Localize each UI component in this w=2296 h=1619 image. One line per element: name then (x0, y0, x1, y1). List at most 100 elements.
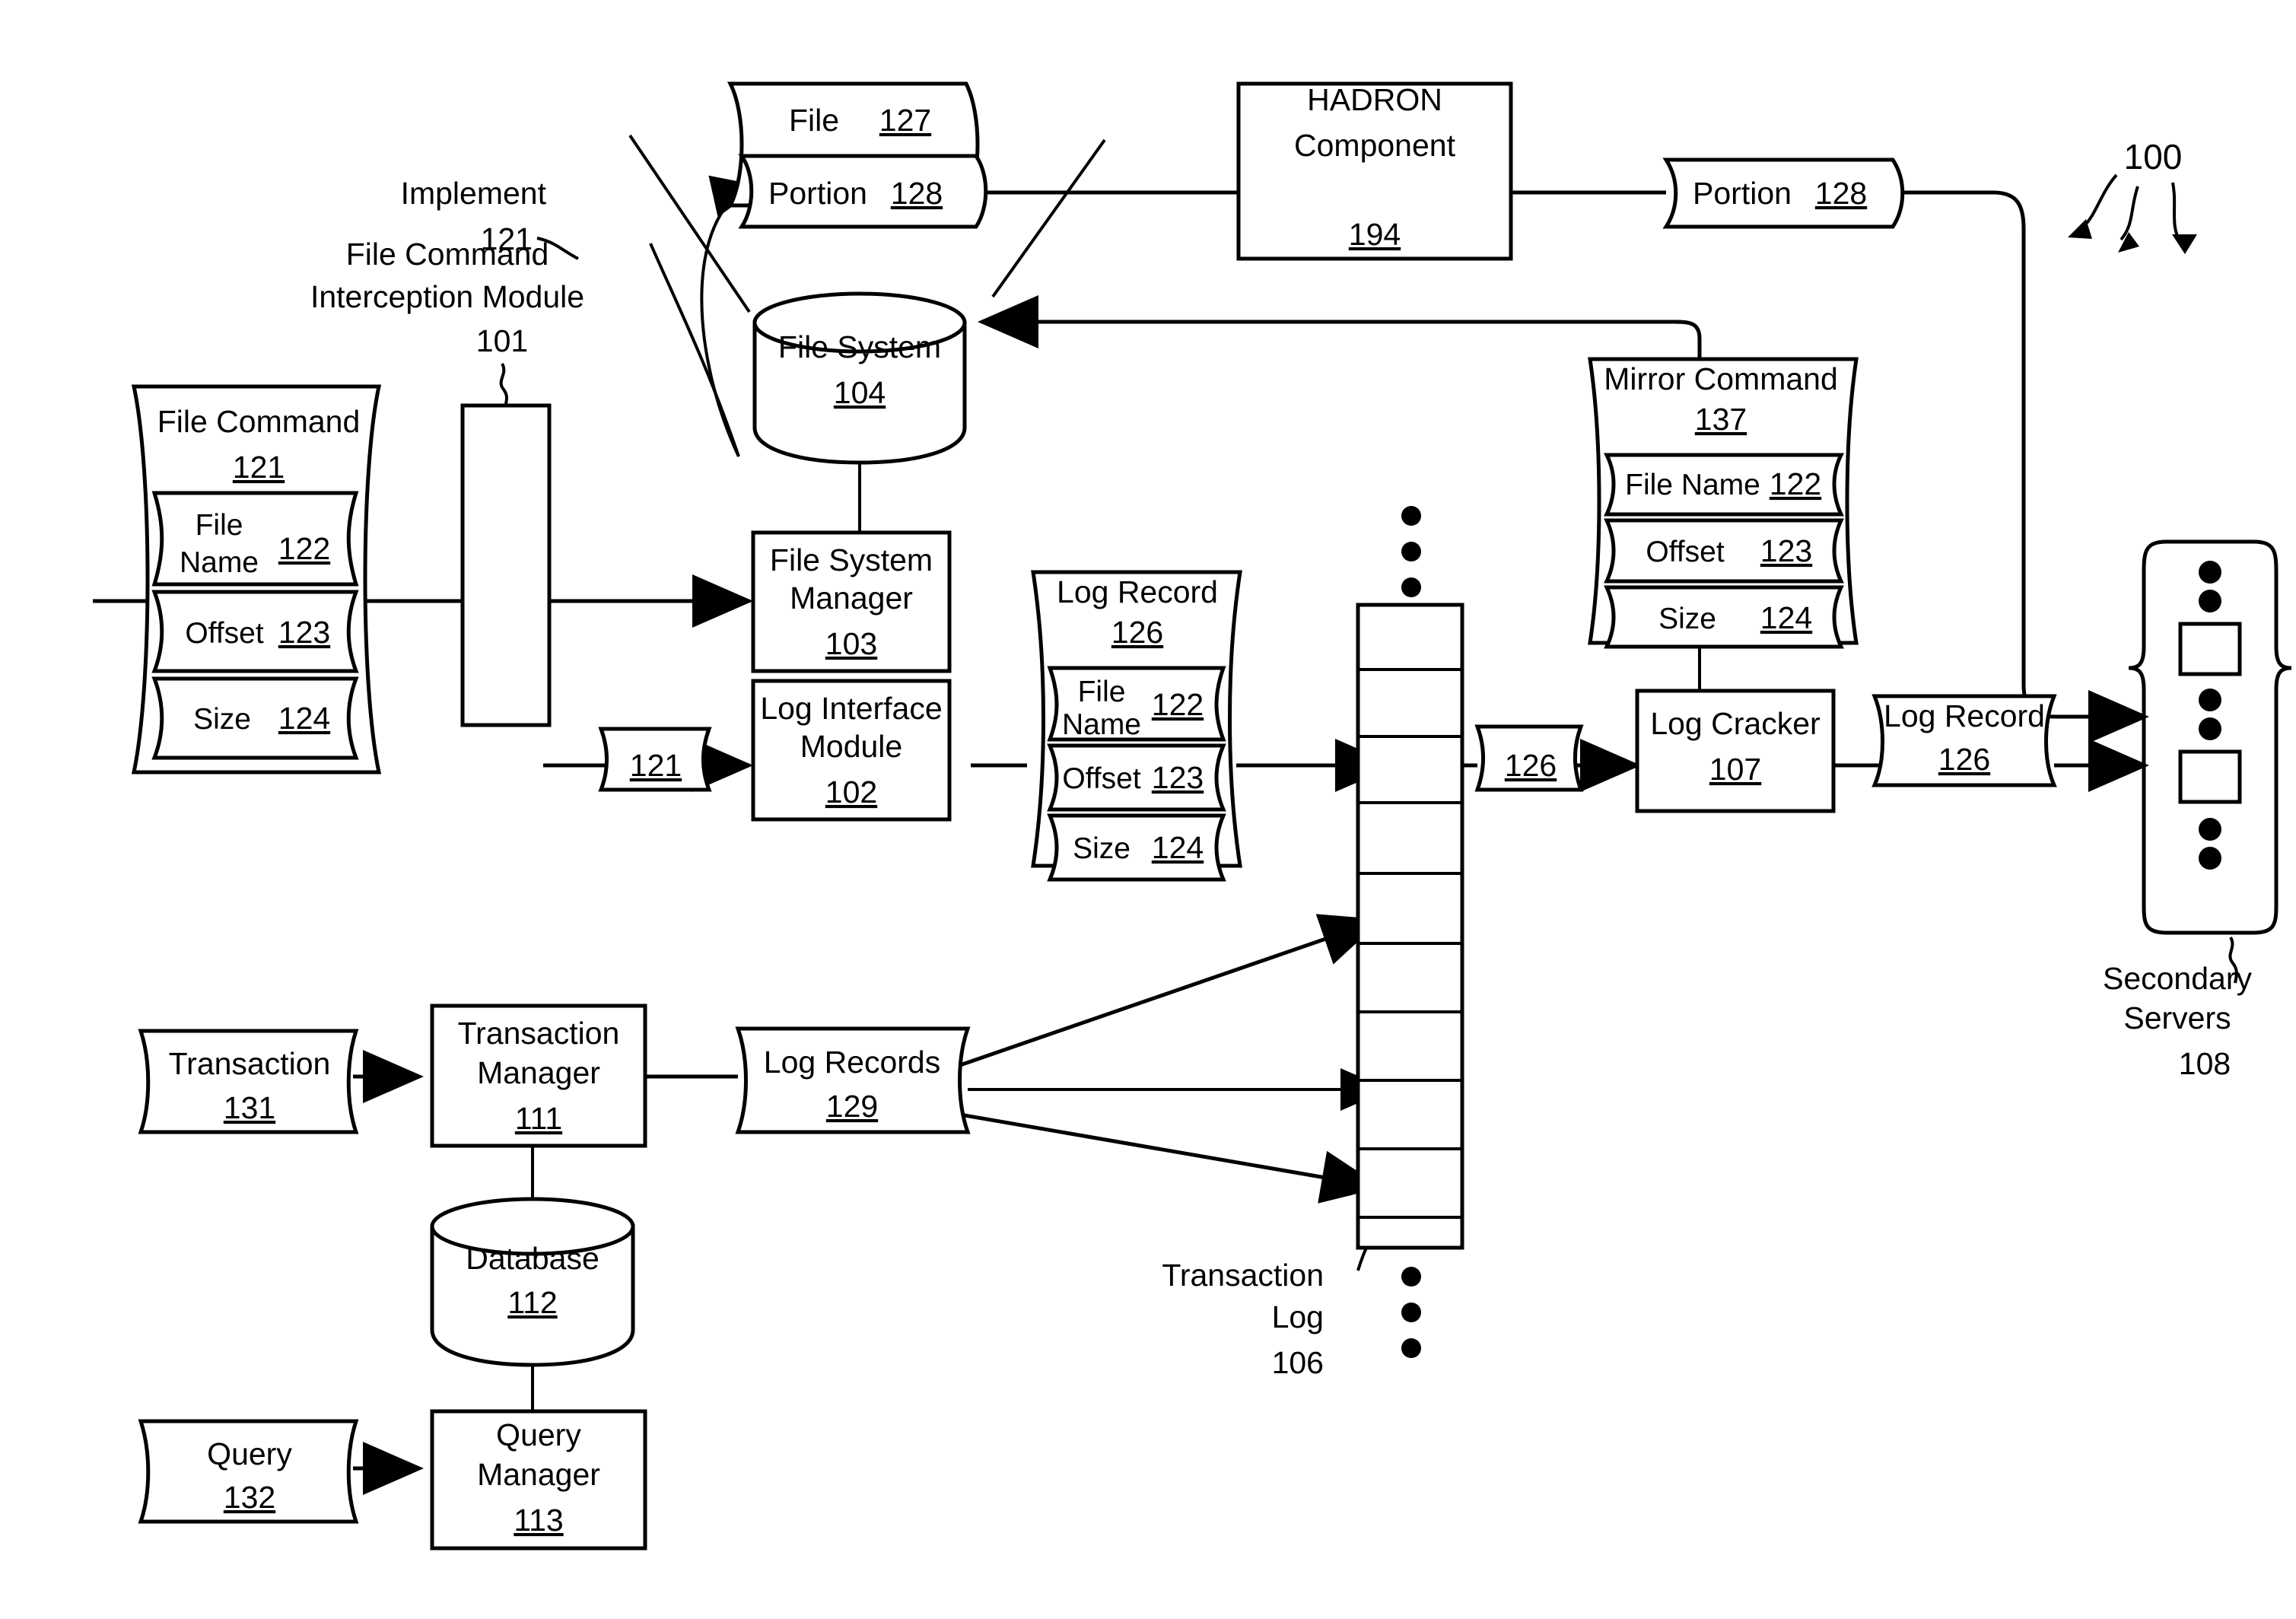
fs-manager-line1: File System (770, 542, 933, 577)
node-lr-size: Size 124 (1047, 813, 1226, 882)
node-transaction-131: Transaction 131 (138, 1029, 359, 1134)
lr-file-name-ref: 122 (1152, 687, 1204, 722)
lr-size-label: Size (1073, 832, 1131, 865)
transaction-131-label: Transaction (169, 1046, 331, 1081)
node-interception-module-box (460, 363, 552, 727)
log-records-129-ref: 129 (826, 1089, 878, 1124)
query-132-label: Query (207, 1436, 292, 1471)
conn-126-ref: 126 (1505, 748, 1557, 783)
node-mc-file-name: File Name 122 (1603, 453, 1845, 517)
node-portion-128-left: Portion 128 (738, 154, 988, 229)
conn-121-ref: 121 (630, 748, 682, 783)
log-interface-ref: 102 (825, 775, 877, 810)
database-label: Database (466, 1241, 599, 1276)
node-fc-size: Size 124 (151, 676, 359, 760)
transaction-log-ref: 106 (1272, 1345, 1324, 1380)
file-command-label: File Command (157, 404, 361, 439)
node-mc-size: Size 124 (1604, 585, 1844, 649)
node-fc-file-name: File Name 122 (151, 491, 359, 587)
node-lr-offset: Offset 123 (1047, 743, 1226, 812)
fc-file-name-line1: File (196, 509, 243, 542)
node-database-112: Database 112 (430, 1197, 635, 1367)
node-log-interface-module-102: Log Interface Module 102 (751, 679, 952, 822)
portion-128-left-ref: 128 (891, 176, 943, 211)
secondary-servers-ref: 108 (2179, 1046, 2231, 1081)
mc-file-name-label: File Name (1625, 469, 1760, 501)
lr-size-ref: 124 (1152, 830, 1204, 865)
node-file-system-manager-103: File System Manager 103 (751, 530, 952, 673)
lr-offset-ref: 123 (1152, 760, 1204, 795)
lr-offset-label: Offset (1062, 762, 1140, 795)
query-manager-line1: Query (496, 1417, 581, 1452)
node-log-record-126: Log Record 126 File Name 122 Offset 123 … (1031, 570, 1242, 882)
database-ref: 112 (507, 1285, 557, 1320)
fc-offset-ref: 123 (278, 615, 330, 650)
figure-canvas: File 127 Portion 128 HADRON Component 19… (0, 0, 2296, 1619)
log-cracker-ref: 107 (1709, 752, 1761, 787)
transaction-131-ref: 131 (224, 1090, 275, 1125)
lr-file-name-line1: File (1078, 676, 1126, 708)
node-transaction-manager-111: Transaction Manager 111 (430, 1004, 647, 1148)
log-record-126-label: Log Record (1057, 574, 1218, 609)
mc-size-ref: 124 (1760, 600, 1812, 635)
query-manager-line2: Manager (477, 1457, 600, 1492)
log-records-129-label: Log Records (764, 1045, 940, 1080)
mc-size-label: Size (1658, 603, 1716, 635)
label-interception-module: File Command Interception Module 101 (310, 237, 584, 358)
secondary-servers-line1: Secondary (2103, 961, 2253, 996)
interception-module-line2: Interception Module (310, 279, 584, 314)
file-127-ref: 127 (879, 103, 931, 138)
hadron-line2: Component (1294, 128, 1456, 163)
interception-module-line1: File Command (346, 237, 549, 272)
mirror-command-label: Mirror Command (1604, 361, 1838, 396)
file-system-label: File System (778, 329, 941, 364)
hadron-line1: HADRON (1307, 82, 1442, 117)
portion-128-right-label: Portion (1693, 176, 1792, 211)
interception-module-ref: 101 (476, 323, 528, 358)
file-127-label: File (789, 103, 839, 138)
fc-size-label: Size (193, 703, 251, 736)
fc-size-ref: 124 (278, 701, 330, 736)
mirror-command-ref: 137 (1695, 402, 1747, 437)
lr-file-name-line2: Name (1062, 708, 1141, 741)
node-query-132: Query 132 (138, 1419, 359, 1524)
log-interface-line1: Log Interface (760, 691, 942, 726)
portion-128-left-label: Portion (768, 176, 867, 211)
transaction-manager-line1: Transaction (458, 1016, 620, 1051)
transaction-manager-line2: Manager (477, 1055, 600, 1090)
query-manager-ref: 113 (514, 1503, 563, 1538)
log-interface-line2: Module (800, 729, 902, 764)
transaction-log-line1: Transaction (1162, 1258, 1324, 1293)
mc-offset-label: Offset (1646, 536, 1724, 568)
node-lr-file-name: File Name 122 (1047, 666, 1226, 742)
file-command-ref: 121 (233, 450, 285, 485)
node-log-record-126-output: Log Record 126 (1871, 694, 2057, 787)
node-fc-offset: Offset 123 (151, 590, 359, 673)
node-query-manager-113: Query Manager 113 (430, 1409, 647, 1551)
log-cracker-label: Log Cracker (1650, 706, 1820, 741)
log-record-out-ref: 126 (1938, 742, 1990, 777)
node-portion-128-right: Portion 128 (1662, 157, 1905, 229)
transaction-manager-ref: 111 (515, 1101, 562, 1136)
node-file-system-104: File System 104 (752, 291, 967, 465)
mc-file-name-ref: 122 (1770, 466, 1821, 501)
transaction-log-line2: Log (1272, 1299, 1324, 1334)
node-secondary-servers-108: Secondary Servers 108 (2103, 539, 2292, 1081)
figure-ref-100-label: 100 (2124, 137, 2183, 177)
node-mc-offset: Offset 123 (1604, 518, 1844, 584)
edge-log-records-fan (959, 914, 1389, 1204)
secondary-servers-line2: Servers (2123, 1000, 2231, 1035)
fs-manager-line2: Manager (790, 580, 913, 615)
node-file-command-121: File Command 121 File Name 122 Offset 12… (131, 384, 382, 775)
node-hadron-component: HADRON Component 194 (1236, 81, 1513, 261)
fc-offset-label: Offset (185, 617, 263, 650)
implement-label: Implement (401, 176, 547, 211)
node-conn-126: 126 (1474, 724, 1584, 792)
mc-offset-ref: 123 (1760, 533, 1812, 568)
log-record-126-ref: 126 (1111, 615, 1163, 650)
fc-file-name-ref: 122 (278, 531, 330, 566)
log-record-out-label: Log Record (1884, 698, 2045, 733)
fc-file-name-line2: Name (180, 546, 259, 579)
portion-128-right-ref: 128 (1815, 176, 1867, 211)
node-conn-121: 121 (598, 727, 712, 792)
